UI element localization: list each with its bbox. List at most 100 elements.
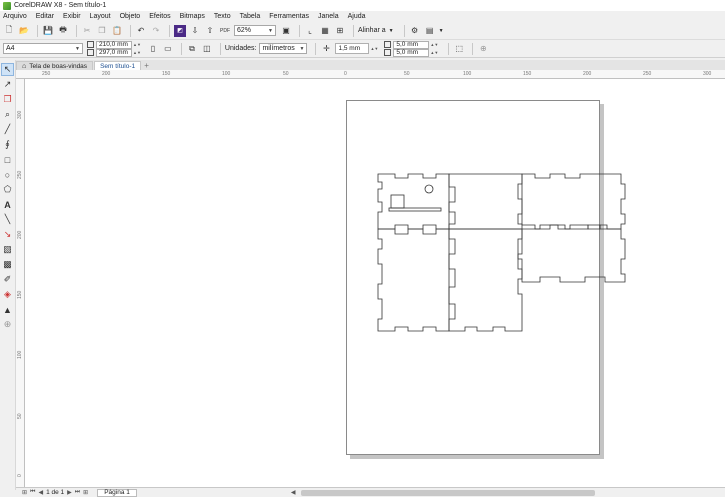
menu-texto[interactable]: Texto [214,13,231,20]
eyedropper-tool-icon[interactable]: ✐ [1,273,14,286]
horizontal-scrollbar[interactable] [300,489,595,496]
ellipse-tool-icon[interactable]: ○ [1,168,14,181]
freehand-tool-icon[interactable]: ╱ [1,123,14,136]
transparency-tool-icon[interactable]: ▩ [1,258,14,271]
all-pages-icon[interactable]: ⧉ [186,43,198,55]
page-height-field[interactable]: 297,0 mm [96,48,132,57]
cut-icon[interactable]: ✂ [81,25,93,37]
polygon-tool-icon[interactable]: ⬠ [1,183,14,196]
zoom-level-dropdown[interactable]: 62% ▼ [234,25,276,36]
last-page-icon[interactable]: ⏭ [75,489,80,496]
publish-pdf-icon[interactable]: PDF [219,25,231,37]
toolbar-divider [76,24,77,37]
paste-icon[interactable]: 📋 [111,25,123,37]
ruler-tick-label: 200 [102,71,111,77]
ruler-tick-label: 50 [404,71,410,77]
box-pattern-drawing[interactable] [25,79,725,487]
show-guidelines-icon[interactable]: ⊞ [334,25,346,37]
current-page-icon[interactable]: ◫ [201,43,213,55]
menu-ajuda[interactable]: Ajuda [348,13,366,20]
duplicate-x-field[interactable]: 5,0 mm [393,40,430,49]
show-rulers-icon[interactable]: ⌞ [304,25,316,37]
export-icon[interactable]: ⇧ [204,25,216,37]
page-options-icon[interactable]: ⊞ [22,489,27,496]
previous-page-icon[interactable]: ◀ [38,489,43,496]
treat-as-filled-icon[interactable]: ⬚ [453,43,465,55]
spinner-icon[interactable]: ▲▼ [133,50,141,55]
interactive-fill-tool-icon[interactable]: ◈ [1,288,14,301]
import-icon[interactable]: ⇩ [189,25,201,37]
options-gear-icon[interactable]: ⚙ [409,25,421,37]
page-size-dropdown[interactable]: A4 ▼ [3,43,83,54]
add-page-icon[interactable]: ⊞ [83,489,88,496]
page-tab-label: Página 1 [104,489,130,496]
menu-ferramentas[interactable]: Ferramentas [269,13,309,20]
redo-icon[interactable]: ↷ [150,25,162,37]
artistic-media-tool-icon[interactable]: ∮ [1,138,14,151]
drop-shadow-tool-icon[interactable]: ▧ [1,243,14,256]
menu-bitmaps[interactable]: Bitmaps [180,13,205,20]
chevron-down-icon[interactable]: ▼ [439,28,444,34]
connector-tool-icon[interactable]: ↘ [1,228,14,241]
ruler-tick-label: 100 [463,71,472,77]
drawing-canvas[interactable] [25,79,725,487]
next-page-icon[interactable]: ▶ [67,489,72,496]
open-folder-icon[interactable]: 📂 [18,25,30,37]
menu-layout[interactable]: Layout [90,13,111,20]
height-icon [87,49,94,56]
menu-tabela[interactable]: Tabela [240,13,261,20]
page-width-field[interactable]: 210,0 mm [96,40,132,49]
crop-tool-icon[interactable]: ❐ [1,93,14,106]
menu-janela[interactable]: Janela [318,13,339,20]
undo-icon[interactable]: ↶ [135,25,147,37]
spinner-icon[interactable]: ▲▼ [430,50,438,55]
quick-customize-icon[interactable]: ⊕ [1,318,14,331]
ruler-tick-label: 300 [703,71,712,77]
shape-tool-icon[interactable]: ↗ [1,78,14,91]
smart-fill-tool-icon[interactable]: ▲ [1,303,14,316]
spinner-icon[interactable]: ▲▼ [430,42,438,47]
duplicate-y-field[interactable]: 5,0 mm [393,48,430,57]
vertical-ruler[interactable]: 300 250 200 150 100 50 0 [16,79,25,487]
parallel-dimension-tool-icon[interactable]: ╲ [1,213,14,226]
rectangle-tool-icon[interactable]: □ [1,153,14,166]
portrait-icon[interactable]: ▯ [147,43,159,55]
new-document-icon[interactable]: 🗋 [3,25,15,37]
tab-welcome-screen[interactable]: ⌂ Tela de boas-vindas [16,61,94,70]
save-icon[interactable]: 💾 [42,25,54,37]
show-grid-icon[interactable]: ▦ [319,25,331,37]
page-tab[interactable]: Página 1 [97,488,137,497]
snap-to-button[interactable]: Alinhar a ▼ [358,27,394,34]
menu-efeitos[interactable]: Efeitos [149,13,170,20]
new-tab-plus-icon[interactable]: + [142,61,151,70]
scroll-left-icon[interactable]: ◀ [291,489,296,496]
first-page-icon[interactable]: ⏮ [30,489,35,496]
application-launcher-icon[interactable]: ▤ [424,25,436,37]
spinner-icon[interactable]: ▲▼ [133,42,141,47]
home-icon: ⌂ [22,62,27,70]
pick-tool-icon[interactable]: ↖ [1,63,14,76]
menu-editar[interactable]: Editar [36,13,54,20]
units-dropdown[interactable]: milímetros ▼ [259,43,308,54]
page-dimensions: 210,0 mm ▲▼ 297,0 mm ▲▼ [87,40,141,57]
ruler-tick-label: 250 [42,71,51,77]
print-icon[interactable]: 🖶 [57,25,69,37]
zoom-tool-icon[interactable]: ⌕ [1,108,14,121]
text-tool-icon[interactable]: A [1,198,14,211]
panel-bottom-right [517,224,626,283]
menu-objeto[interactable]: Objeto [120,13,141,20]
menu-arquivo[interactable]: Arquivo [3,13,27,20]
horizontal-ruler[interactable]: 250 200 150 100 50 0 50 100 150 200 250 … [16,70,725,79]
spinner-icon[interactable]: ▲▼ [370,46,378,51]
tab-document[interactable]: Sem título-1 [94,61,142,70]
quick-customize-icon[interactable]: ⊕ [477,43,489,55]
title-bar: CorelDRAW X8 - Sem título-1 [0,0,725,11]
full-screen-icon[interactable]: ▣ [280,25,292,37]
search-content-icon[interactable]: ◩ [174,24,186,37]
copy-icon[interactable]: ❐ [96,25,108,37]
landscape-icon[interactable]: ▭ [162,43,174,55]
duplicate-x-icon [384,41,392,48]
property-bar: A4 ▼ 210,0 mm ▲▼ 297,0 mm ▲▼ ▯ ▭ ⧉ ◫ Uni… [0,40,725,58]
menu-exibir[interactable]: Exibir [63,13,81,20]
nudge-distance-field[interactable]: 1,5 mm [335,43,370,54]
